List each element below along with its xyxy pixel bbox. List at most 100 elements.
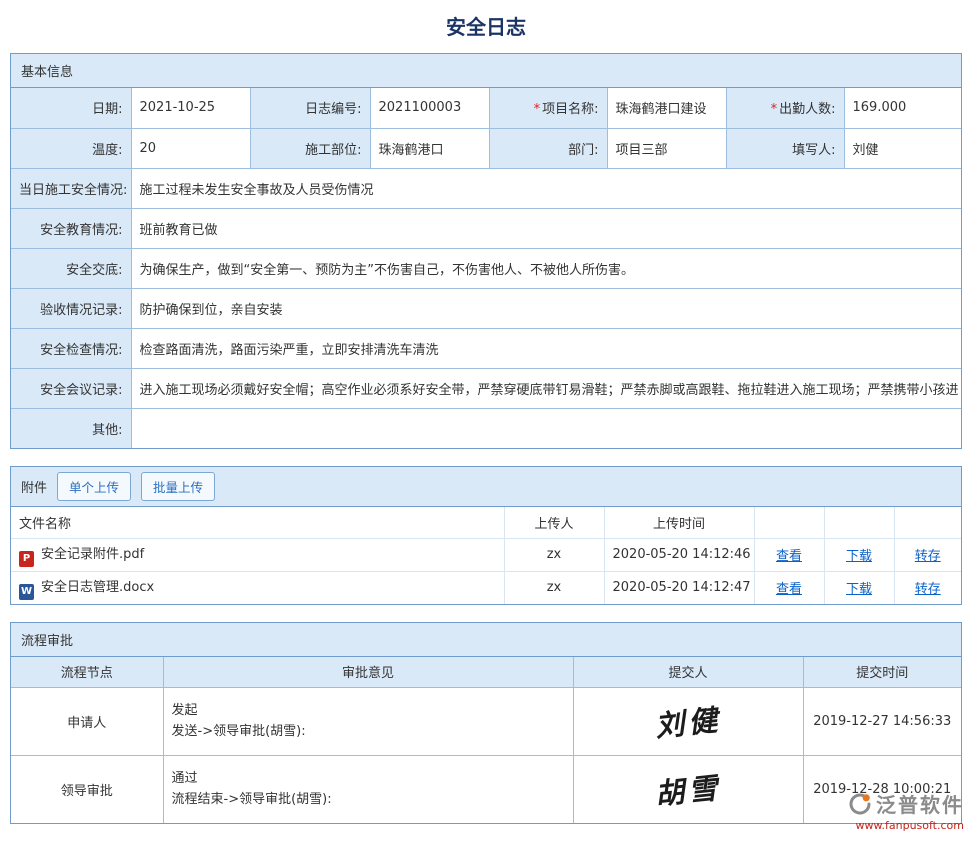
- opinion-line: 发起: [172, 700, 565, 721]
- basic-info-fullrow: 当日施工安全情况: 施工过程未发生安全事故及人员受伤情况: [11, 168, 961, 208]
- flow-node: 申请人: [11, 687, 163, 755]
- field-value-safety-inspection: 检查路面清洗，路面污染严重，立即安排清洗车清洗: [131, 328, 961, 368]
- field-value-temperature: 20: [131, 128, 250, 168]
- single-upload-button[interactable]: 单个上传: [57, 472, 131, 501]
- flow-node: 领导审批: [11, 755, 163, 823]
- page: 安全日志 基本信息 日期: 2021-10-25 日志编号: 202110000…: [0, 0, 972, 842]
- field-value-log-number: 2021100003: [370, 88, 489, 128]
- field-label-safety-education: 安全教育情况:: [11, 208, 131, 248]
- column-uploader: 上传人: [504, 507, 604, 538]
- approval-row: 领导审批 通过 流程结束->领导审批(胡雪): 胡雪 2019-12-28 10…: [11, 755, 961, 823]
- attachments-panel: 附件 单个上传 批量上传 文件名称 上传人 上传时间 P 安全记录附件.pdf z…: [10, 466, 962, 605]
- basic-info-fullrow: 安全交底: 为确保生产，做到“安全第一、预防为主”不伤害自己，不伤害他人、不被他…: [11, 248, 961, 288]
- download-link[interactable]: 下载: [846, 549, 872, 564]
- approval-row: 申请人 发起 发送->领导审批(胡雪): 刘健 2019-12-27 14:56…: [11, 687, 961, 755]
- signature: 刘健: [653, 697, 723, 746]
- file-row: W安全日志管理.docx zx 2020-05-20 14:12:47 查看 下…: [11, 571, 961, 604]
- field-label-safety-briefing: 安全交底:: [11, 248, 131, 288]
- basic-info-fullrow: 其他:: [11, 408, 961, 448]
- view-link[interactable]: 查看: [776, 582, 802, 597]
- basic-info-fullrow: 安全会议记录: 进入施工现场必须戴好安全帽；高空作业必须系好安全带，严禁穿硬底带…: [11, 368, 961, 408]
- field-label-log-number: 日志编号:: [250, 88, 370, 128]
- field-value-acceptance-record: 防护确保到位，亲自安装: [131, 288, 961, 328]
- attachments-table-header: 文件名称 上传人 上传时间: [11, 507, 961, 538]
- attachments-header: 附件 单个上传 批量上传: [11, 467, 961, 507]
- field-label-safety-inspection: 安全检查情况:: [11, 328, 131, 368]
- save-as-link[interactable]: 转存: [915, 582, 941, 597]
- opinion-line: 流程结束->领导审批(胡雪):: [172, 789, 565, 810]
- required-mark: *: [771, 102, 778, 117]
- field-label-acceptance-record: 验收情况记录:: [11, 288, 131, 328]
- column-approval-opinion: 审批意见: [163, 657, 573, 687]
- download-link[interactable]: 下载: [846, 582, 872, 597]
- column-action-1: [754, 507, 824, 538]
- save-as-link[interactable]: 转存: [915, 549, 941, 564]
- field-label-other: 其他:: [11, 408, 131, 448]
- file-name: 安全记录附件.pdf: [41, 547, 144, 562]
- basic-info-row-2: 温度: 20 施工部位: 珠海鹤港口 部门: 项目三部 填写人: 刘健: [11, 128, 961, 168]
- field-value-date: 2021-10-25: [131, 88, 250, 128]
- attachments-title: 附件: [21, 477, 47, 496]
- submitter-signature-cell: 刘健: [573, 687, 803, 755]
- file-uploader: zx: [504, 538, 604, 571]
- field-value-safety-education: 班前教育已做: [131, 208, 961, 248]
- pdf-file-icon: P: [19, 551, 34, 567]
- field-label-safety-meeting: 安全会议记录:: [11, 368, 131, 408]
- file-upload-time: 2020-05-20 14:12:47: [604, 571, 754, 604]
- approval-opinion: 发起 发送->领导审批(胡雪):: [163, 687, 573, 755]
- column-submitter: 提交人: [573, 657, 803, 687]
- field-label-temperature: 温度:: [11, 128, 131, 168]
- column-file-name: 文件名称: [11, 507, 504, 538]
- column-upload-time: 上传时间: [604, 507, 754, 538]
- basic-info-header: 基本信息: [11, 54, 961, 88]
- file-upload-time: 2020-05-20 14:12:46: [604, 538, 754, 571]
- view-link[interactable]: 查看: [776, 549, 802, 564]
- field-label-daily-safety: 当日施工安全情况:: [11, 168, 131, 208]
- fanpu-logo-icon: [848, 792, 872, 816]
- file-row: P 安全记录附件.pdf zx 2020-05-20 14:12:46 查看 下载…: [11, 538, 961, 571]
- approval-header: 流程审批: [11, 623, 961, 657]
- basic-info-table: 日期: 2021-10-25 日志编号: 2021100003 *项目名称: 珠…: [11, 88, 961, 448]
- basic-info-fullrow: 安全检查情况: 检查路面清洗，路面污染严重，立即安排清洗车清洗: [11, 328, 961, 368]
- opinion-line: 通过: [172, 768, 565, 789]
- opinion-line: 发送->领导审批(胡雪):: [172, 721, 565, 742]
- vendor-watermark: 泛普软件 www.fanpusoft.com: [848, 789, 964, 832]
- field-label-date: 日期:: [11, 88, 131, 128]
- field-label-attendance: *出勤人数:: [726, 88, 844, 128]
- field-value-department: 项目三部: [607, 128, 726, 168]
- field-value-other: [131, 408, 961, 448]
- field-value-project-name: 珠海鹤港口建设: [607, 88, 726, 128]
- submit-time: 2019-12-27 14:56:33: [803, 687, 961, 755]
- vendor-brand-line: 泛普软件: [848, 789, 964, 818]
- column-action-2: [824, 507, 894, 538]
- file-name-cell: P 安全记录附件.pdf: [11, 538, 504, 571]
- field-value-writer: 刘健: [844, 128, 961, 168]
- basic-info-fullrow: 验收情况记录: 防护确保到位，亲自安装: [11, 288, 961, 328]
- page-title: 安全日志: [0, 0, 972, 53]
- file-uploader: zx: [504, 571, 604, 604]
- approval-table: 流程节点 审批意见 提交人 提交时间 申请人 发起 发送->领导审批(胡雪): …: [11, 657, 961, 823]
- vendor-url: www.fanpusoft.com: [848, 819, 964, 832]
- batch-upload-button[interactable]: 批量上传: [141, 472, 215, 501]
- field-value-safety-briefing: 为确保生产，做到“安全第一、预防为主”不伤害自己，不伤害他人、不被他人所伤害。: [131, 248, 961, 288]
- approval-panel: 流程审批 流程节点 审批意见 提交人 提交时间 申请人 发起 发送->领导审批(…: [10, 622, 962, 824]
- column-flow-node: 流程节点: [11, 657, 163, 687]
- field-value-daily-safety: 施工过程未发生安全事故及人员受伤情况: [131, 168, 961, 208]
- field-value-safety-meeting: 进入施工现场必须戴好安全帽；高空作业必须系好安全带，严禁穿硬底带钉易滑鞋；严禁赤…: [131, 368, 961, 408]
- column-action-3: [894, 507, 961, 538]
- signature: 胡雪: [653, 765, 723, 814]
- attachments-table: 文件名称 上传人 上传时间 P 安全记录附件.pdf zx 2020-05-20 …: [11, 507, 961, 604]
- submitter-signature-cell: 胡雪: [573, 755, 803, 823]
- field-label-department: 部门:: [489, 128, 607, 168]
- required-mark: *: [534, 102, 541, 117]
- column-submit-time: 提交时间: [803, 657, 961, 687]
- field-label-project-name: *项目名称:: [489, 88, 607, 128]
- approval-table-header: 流程节点 审批意见 提交人 提交时间: [11, 657, 961, 687]
- basic-info-row-1: 日期: 2021-10-25 日志编号: 2021100003 *项目名称: 珠…: [11, 88, 961, 128]
- basic-info-panel: 基本信息 日期: 2021-10-25 日志编号: 2021100003 *项目…: [10, 53, 962, 449]
- basic-info-fullrow: 安全教育情况: 班前教育已做: [11, 208, 961, 248]
- file-name-cell: W安全日志管理.docx: [11, 571, 504, 604]
- field-label-construction-part: 施工部位:: [250, 128, 370, 168]
- field-value-attendance: 169.000: [844, 88, 961, 128]
- vendor-brand-name: 泛普软件: [876, 789, 964, 818]
